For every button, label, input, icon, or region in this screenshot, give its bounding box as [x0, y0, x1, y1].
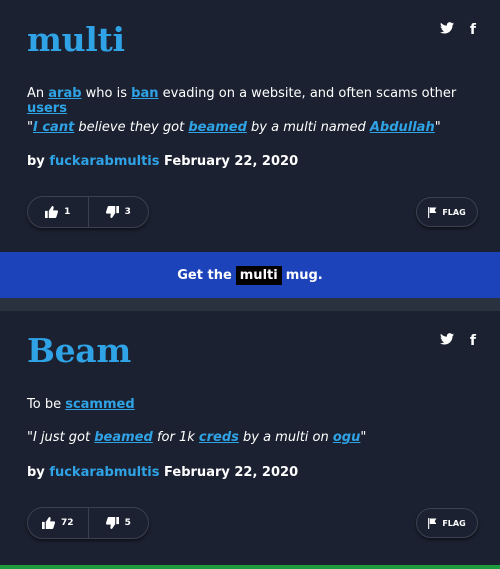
example-link-creds[interactable]: creds [199, 430, 239, 445]
meaning: To be scammed [27, 397, 135, 412]
upvote-count: 1 [64, 207, 71, 217]
meaning-text: who is [81, 86, 132, 101]
downvote-button[interactable]: 5 [87, 508, 149, 538]
green-banner[interactable] [0, 565, 500, 569]
author-link[interactable]: fuckarabmultis [49, 465, 159, 480]
share-buttons: f [439, 22, 476, 38]
meaning-text: evading on a website, and often scams ot… [158, 86, 457, 101]
example-text: "I just got [27, 430, 95, 445]
example-link-abdullah[interactable]: Abdullah [370, 120, 435, 135]
thumbs-down-icon [105, 206, 119, 218]
facebook-icon[interactable]: f [470, 333, 476, 349]
facebook-icon[interactable]: f [470, 22, 476, 38]
example-link-beamed[interactable]: beamed [94, 430, 153, 445]
meaning-text: To be [27, 397, 66, 412]
byline: by fuckarabmultis February 22, 2020 [27, 465, 298, 480]
downvote-count: 3 [124, 207, 131, 217]
mug-text: Get the [177, 267, 232, 283]
mug-word: multi [235, 265, 282, 285]
date: February 22, 2020 [164, 465, 299, 480]
example-text: by a multi named [246, 120, 370, 135]
twitter-icon[interactable] [439, 333, 454, 349]
definition-card: Beam f To be scammed "I just got beamed … [0, 311, 500, 569]
example-text: " [434, 120, 441, 135]
flag-label: FLAG [442, 207, 466, 217]
example-link-i-cant[interactable]: I cant [33, 120, 74, 135]
upvote-button[interactable]: 72 [28, 517, 88, 529]
word-title[interactable]: Beam [27, 331, 131, 370]
flag-button[interactable]: FLAG [416, 508, 478, 538]
example-text: by a multi on [238, 430, 333, 445]
word-title[interactable]: multi [27, 20, 125, 59]
example: " I cant believe they got beamed by a mul… [27, 120, 441, 135]
flag-label: FLAG [442, 518, 466, 528]
example-link-beamed[interactable]: beamed [188, 120, 247, 135]
share-buttons: f [439, 333, 476, 349]
vote-buttons: 72 5 [27, 507, 149, 539]
meaning: An arab who is ban evading on a website,… [27, 86, 500, 116]
meaning-link-scammed[interactable]: scammed [65, 397, 134, 412]
thumbs-up-icon [45, 206, 59, 218]
upvote-count: 72 [60, 518, 74, 528]
thumbs-down-icon [105, 517, 119, 529]
example-text: " [360, 430, 367, 445]
byline: by fuckarabmultis February 22, 2020 [27, 154, 298, 169]
downvote-count: 5 [124, 518, 131, 528]
by-label: by [27, 154, 50, 169]
by-label: by [27, 465, 50, 480]
author-link[interactable]: fuckarabmultis [49, 154, 159, 169]
thumbs-up-icon [41, 517, 55, 529]
date: February 22, 2020 [164, 154, 299, 169]
example-text: believe they got [74, 120, 189, 135]
meaning-link-ban[interactable]: ban [131, 86, 158, 101]
example: "I just got beamed for 1k creds by a mul… [27, 430, 366, 445]
flag-button[interactable]: FLAG [416, 197, 478, 227]
meaning-link-users[interactable]: users [27, 101, 67, 116]
meaning-text: An [27, 86, 49, 101]
flag-icon [428, 206, 437, 218]
upvote-button[interactable]: 1 [28, 206, 88, 218]
mug-banner[interactable]: Get the multi mug. [0, 252, 500, 298]
twitter-icon[interactable] [439, 22, 454, 38]
example-link-ogu[interactable]: ogu [333, 430, 361, 445]
example-text: for 1k [152, 430, 199, 445]
mug-text: mug. [285, 267, 323, 283]
flag-icon [428, 517, 437, 529]
definition-card: multi f An arab who is ban evading on a … [0, 0, 500, 252]
meaning-link-arab[interactable]: arab [48, 86, 81, 101]
downvote-button[interactable]: 3 [87, 197, 149, 227]
vote-buttons: 1 3 [27, 196, 149, 228]
